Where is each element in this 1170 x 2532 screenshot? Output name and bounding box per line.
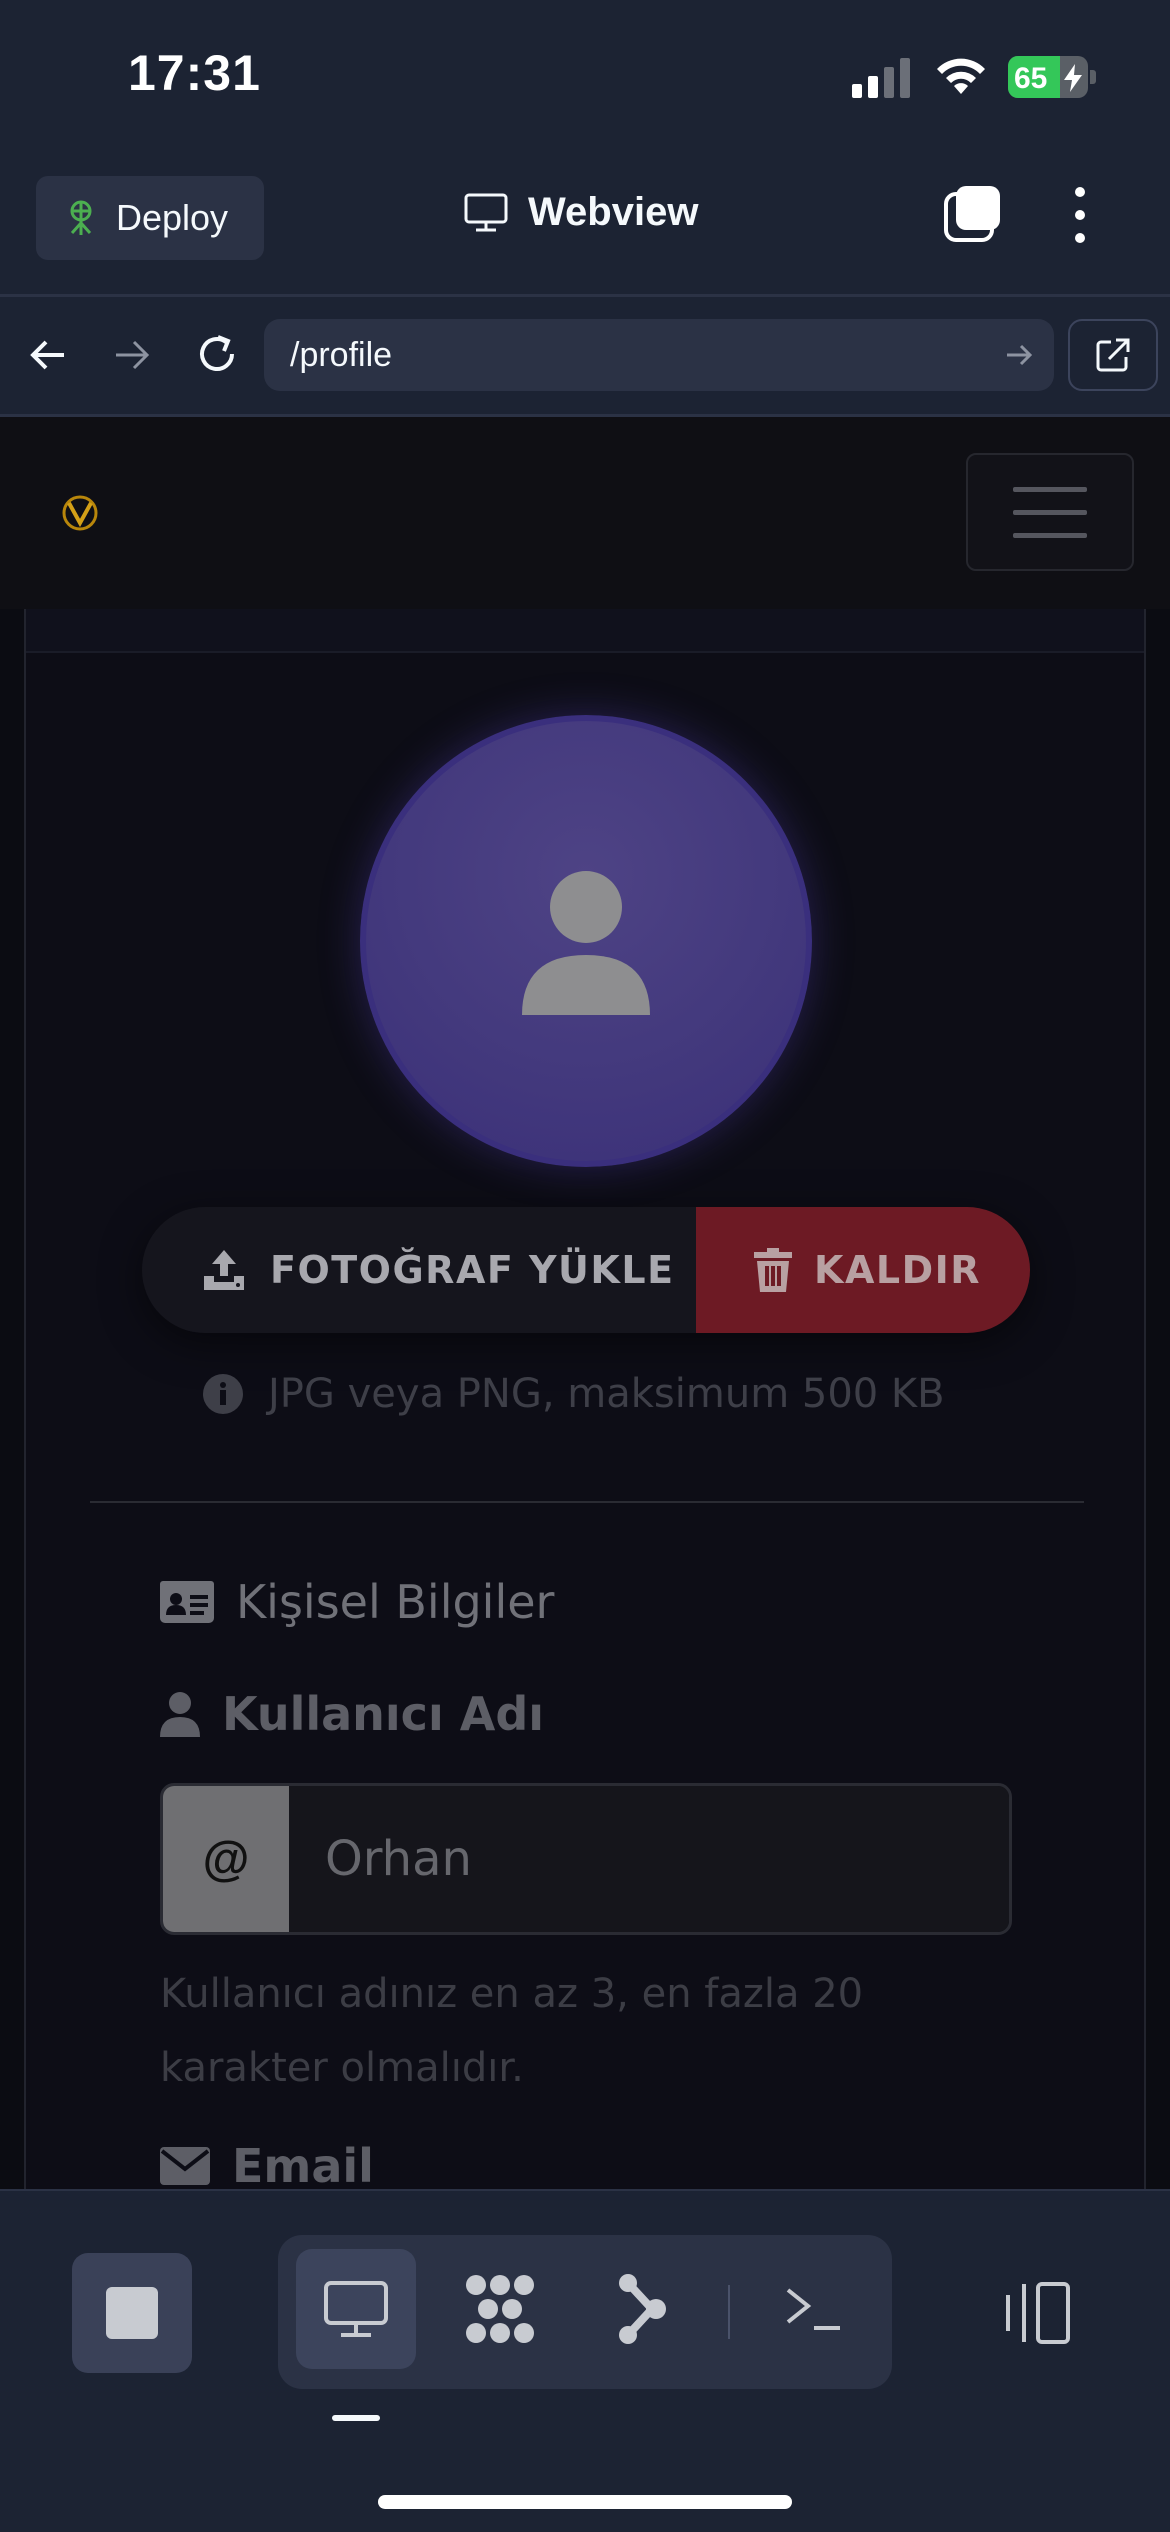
trash-icon bbox=[754, 1248, 792, 1292]
hamburger-menu-button[interactable] bbox=[966, 453, 1134, 571]
deploy-label: Deploy bbox=[116, 197, 229, 238]
upload-hint: JPG veya PNG, maksimum 500 KB bbox=[202, 1371, 945, 1417]
user-silhouette-icon bbox=[522, 871, 650, 1015]
deploy-icon bbox=[70, 200, 92, 235]
packages-tool-icon bbox=[466, 2275, 534, 2343]
logo-icon[interactable] bbox=[60, 493, 100, 533]
webview-tool-icon bbox=[324, 2281, 388, 2337]
open-external-button[interactable] bbox=[1068, 319, 1158, 391]
more-vertical-icon[interactable] bbox=[1068, 186, 1092, 244]
username-input-group: @ bbox=[160, 1783, 1012, 1935]
tool-tabs bbox=[278, 2235, 892, 2389]
webview-content: FOTOĞRAF YÜKLE KALDIR JPG veya PNG, maks… bbox=[0, 417, 1170, 2189]
wifi-icon bbox=[937, 58, 985, 94]
avatar bbox=[360, 715, 812, 1167]
git-tool-icon bbox=[619, 2274, 666, 2344]
monitor-icon bbox=[464, 193, 508, 231]
url-row: /profile bbox=[0, 297, 1170, 415]
external-link-icon bbox=[1096, 338, 1130, 372]
tool-packages[interactable] bbox=[440, 2249, 560, 2369]
deploy-button[interactable]: Deploy bbox=[36, 176, 264, 260]
upload-photo-label: FOTOĞRAF YÜKLE bbox=[270, 1248, 675, 1292]
remove-photo-button[interactable]: KALDIR bbox=[696, 1207, 1030, 1333]
forward-arrow-icon[interactable] bbox=[112, 335, 152, 375]
tool-separator bbox=[728, 2285, 730, 2339]
status-bar: 17:31 65 bbox=[0, 0, 1170, 160]
site-navbar bbox=[0, 417, 1170, 609]
id-card-icon bbox=[160, 1581, 214, 1623]
section-title: Kişisel Bilgiler bbox=[160, 1575, 554, 1629]
url-input[interactable]: /profile bbox=[264, 319, 1054, 391]
url-text: /profile bbox=[290, 335, 393, 374]
stop-icon bbox=[106, 2287, 158, 2339]
tool-shell[interactable] bbox=[754, 2249, 874, 2369]
envelope-icon bbox=[160, 2147, 210, 2185]
hamburger-icon bbox=[1013, 486, 1087, 492]
bottom-toolbar bbox=[0, 2189, 1170, 2532]
email-label-text: Email bbox=[232, 2139, 374, 2189]
cellular-signal-icon bbox=[852, 58, 910, 98]
username-input[interactable] bbox=[289, 1786, 1009, 1932]
app-header: Deploy Webview bbox=[0, 160, 1170, 295]
tool-webview[interactable] bbox=[296, 2249, 416, 2369]
user-icon bbox=[160, 1692, 200, 1737]
username-label-text: Kullanıcı Adı bbox=[222, 1687, 545, 1741]
shell-tool-icon bbox=[786, 2288, 840, 2330]
active-tab-indicator bbox=[332, 2415, 380, 2421]
reload-icon[interactable] bbox=[194, 331, 240, 377]
username-prefix: @ bbox=[163, 1786, 289, 1932]
upload-hint-text: JPG veya PNG, maksimum 500 KB bbox=[268, 1371, 945, 1417]
go-arrow-icon[interactable] bbox=[1004, 341, 1034, 369]
profile-card: FOTOĞRAF YÜKLE KALDIR JPG veya PNG, maks… bbox=[24, 609, 1146, 2189]
card-header bbox=[26, 609, 1144, 653]
remove-photo-label: KALDIR bbox=[814, 1248, 982, 1292]
status-time: 17:31 bbox=[128, 45, 261, 101]
home-indicator[interactable] bbox=[378, 2495, 792, 2509]
stop-button[interactable] bbox=[72, 2253, 192, 2373]
photo-button-group: FOTOĞRAF YÜKLE KALDIR bbox=[142, 1207, 1030, 1333]
tool-git[interactable] bbox=[584, 2249, 704, 2369]
username-label: Kullanıcı Adı bbox=[160, 1687, 544, 1741]
email-label: Email bbox=[160, 2139, 374, 2189]
panel-toggle-icon[interactable] bbox=[1002, 2281, 1072, 2345]
back-arrow-icon[interactable] bbox=[28, 335, 68, 375]
username-help-text: Kullanıcı adınız en az 3, en fazla 20 ka… bbox=[160, 1971, 864, 2091]
section-title-text: Kişisel Bilgiler bbox=[236, 1575, 555, 1629]
webview-title-text: Webview bbox=[528, 190, 699, 234]
section-divider bbox=[90, 1501, 1084, 1503]
tabs-icon[interactable] bbox=[942, 184, 1002, 244]
webview-title: Webview bbox=[464, 190, 698, 235]
charging-bolt-icon bbox=[1064, 64, 1082, 92]
upload-icon bbox=[204, 1250, 244, 1290]
info-icon bbox=[203, 1374, 243, 1414]
upload-photo-button[interactable]: FOTOĞRAF YÜKLE bbox=[142, 1207, 696, 1333]
